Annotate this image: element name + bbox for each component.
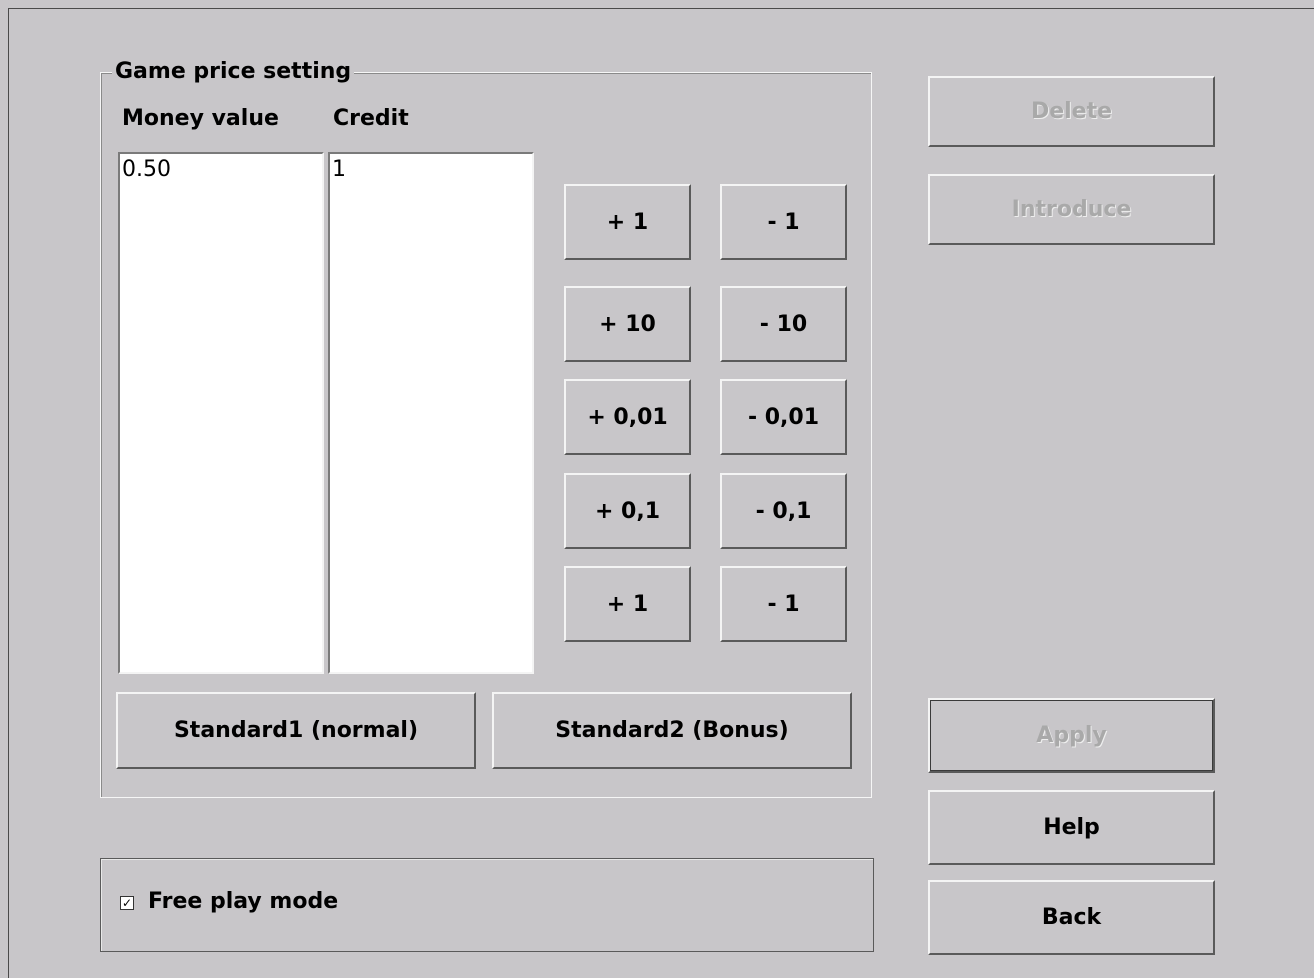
credit-list[interactable]: 1	[328, 152, 534, 674]
minus-1-button[interactable]: - 1	[720, 184, 847, 260]
minus-10-button[interactable]: - 10	[720, 286, 847, 362]
group-title: Game price setting	[112, 58, 355, 86]
plus-0-01-button[interactable]: + 0,01	[564, 379, 691, 455]
list-item[interactable]: 1	[330, 154, 532, 184]
minus-0-1-button[interactable]: - 0,1	[720, 473, 847, 549]
money-value-header: Money value	[122, 106, 279, 131]
standard2-button[interactable]: Standard2 (Bonus)	[492, 692, 852, 769]
apply-button[interactable]: Apply	[928, 698, 1215, 773]
free-play-label[interactable]: Free play mode	[148, 887, 338, 917]
help-button[interactable]: Help	[928, 790, 1215, 865]
introduce-button[interactable]: Introduce	[928, 174, 1215, 245]
list-item[interactable]: 0.50	[120, 154, 322, 184]
back-button[interactable]: Back	[928, 880, 1215, 955]
plus-10-button[interactable]: + 10	[564, 286, 691, 362]
checkmark-icon: ✓	[121, 896, 133, 910]
minus-1-credit-button[interactable]: - 1	[720, 566, 847, 642]
plus-1-credit-button[interactable]: + 1	[564, 566, 691, 642]
credit-header: Credit	[333, 106, 409, 131]
plus-1-button[interactable]: + 1	[564, 184, 691, 260]
money-value-list[interactable]: 0.50	[118, 152, 324, 674]
standard1-button[interactable]: Standard1 (normal)	[116, 692, 476, 769]
free-play-checkbox[interactable]: ✓	[120, 896, 134, 910]
plus-0-1-button[interactable]: + 0,1	[564, 473, 691, 549]
delete-button[interactable]: Delete	[928, 76, 1215, 147]
minus-0-01-button[interactable]: - 0,01	[720, 379, 847, 455]
